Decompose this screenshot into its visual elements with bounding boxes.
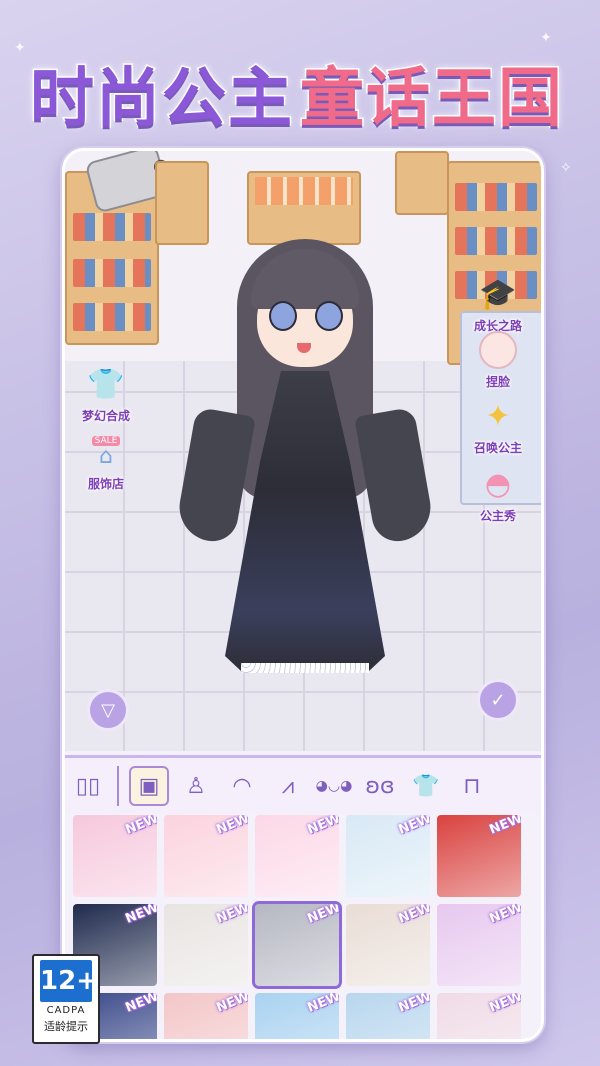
dress-icon: ♙ <box>186 773 206 799</box>
age-rating-number: 12+ <box>40 960 98 1002</box>
category-bar: ▯▯ ▣ ♙ ◠ ⩘ ◕◡◕ ʚɞ 👕 ⊓ <box>65 755 541 814</box>
eyes-icon: ◕◡◕ <box>315 778 353 794</box>
category-tab-hair[interactable]: ◠ <box>219 763 265 809</box>
princess-character[interactable] <box>174 231 436 673</box>
age-rating-badge: 12+ CADPA 适龄提示 <box>32 954 100 1044</box>
background-tile[interactable]: NEW <box>346 993 430 1039</box>
new-badge: NEW <box>487 904 521 927</box>
background-tile[interactable]: NEW <box>437 904 521 986</box>
graduation-cap-icon: 🎓 <box>479 276 517 312</box>
new-badge: NEW <box>123 904 157 927</box>
background-tile[interactable]: NEW <box>255 993 339 1039</box>
fan-icon: ◓ <box>484 466 512 502</box>
category-tab-pants[interactable]: ⊓ <box>449 763 495 809</box>
magic-wand-icon: ✦ <box>485 398 511 434</box>
background-tile[interactable]: NEW <box>164 993 248 1039</box>
category-tab-dress[interactable]: ♙ <box>173 763 219 809</box>
pants-icon: ⊓ <box>463 773 481 799</box>
category-tab-eyes[interactable]: ◕◡◕ <box>311 763 357 809</box>
eye-left <box>269 301 297 331</box>
growth-road-button[interactable]: 🎓 成长之路 <box>463 271 533 334</box>
clothing-shop-button[interactable]: SALE ⌂ 服饰店 <box>71 429 141 492</box>
background-tile[interactable]: NEW <box>346 904 430 986</box>
background-tile[interactable]: NEW <box>164 904 248 986</box>
hair-icon: ◠ <box>232 773 252 799</box>
shop-sale-icon: SALE ⌂ <box>80 429 132 475</box>
category-tab-wings[interactable]: ʚɞ <box>357 763 403 809</box>
shelf-back-right <box>395 151 449 215</box>
new-badge: NEW <box>214 815 248 838</box>
background-tile[interactable]: NEW <box>255 815 339 897</box>
new-badge: NEW <box>123 993 157 1016</box>
new-badge: NEW <box>396 815 430 838</box>
new-badge: NEW <box>305 993 339 1016</box>
background-tile[interactable]: NEW <box>437 993 521 1039</box>
new-badge: NEW <box>396 993 430 1016</box>
background-tile[interactable]: NEW <box>164 815 248 897</box>
chevron-down-icon: ▽ <box>101 699 115 721</box>
age-rating-hint: 适龄提示 <box>44 1020 88 1033</box>
background-tile[interactable]: NEW <box>252 901 342 989</box>
store-scene: 👕 梦幻合成 SALE ⌂ 服饰店 🎓 成长之路 捏脸 ✦ 召唤公主 ◓ 公主秀 <box>65 151 541 751</box>
new-badge: NEW <box>396 904 430 927</box>
background-tile[interactable]: NEW <box>437 815 521 897</box>
new-badge: NEW <box>214 993 248 1016</box>
face-edit-icon <box>472 327 524 373</box>
check-icon: ✓ <box>490 689 506 711</box>
age-rating-org: CADPA <box>46 1005 86 1016</box>
background-grid: NEW NEW NEW NEW NEW NEW NEW NEW NEW NEW NEW NEW NEW N… <box>73 815 537 1039</box>
category-tab-back-hair[interactable]: ⩘ <box>265 763 311 809</box>
new-badge: NEW <box>123 815 157 838</box>
new-badge: NEW <box>214 904 248 927</box>
wardrobe-icon: ▯▯ <box>75 773 101 799</box>
category-separator <box>117 766 119 806</box>
top-icon: 👕 <box>412 773 440 799</box>
face-edit-button[interactable]: 捏脸 <box>463 327 533 390</box>
clothes-merge-icon: 👕 <box>87 366 125 402</box>
sparkle: ✧ <box>560 160 572 176</box>
new-badge: NEW <box>305 904 339 927</box>
wings-icon: ʚɞ <box>365 773 395 799</box>
title-part-1: 时尚公主 <box>29 61 294 138</box>
title-part-2: 童话王国 <box>299 61 564 138</box>
category-tab-top[interactable]: 👕 <box>403 763 449 809</box>
category-tab-background[interactable]: ▣ <box>129 766 169 806</box>
category-tab-wardrobe[interactable]: ▯▯ <box>65 763 111 809</box>
confirm-button[interactable]: ✓ <box>477 679 519 721</box>
back-hair-icon: ⩘ <box>281 773 295 799</box>
phone-screen: 👕 梦幻合成 SALE ⌂ 服饰店 🎓 成长之路 捏脸 ✦ 召唤公主 ◓ 公主秀 <box>62 148 544 1042</box>
new-badge: NEW <box>487 815 521 838</box>
sparkle: ✦ <box>14 40 26 56</box>
dream-merge-button[interactable]: 👕 梦幻合成 <box>71 361 141 424</box>
princess-show-button[interactable]: ◓ 公主秀 <box>463 461 533 524</box>
background-icon: ▣ <box>138 773 160 799</box>
eye-right <box>315 301 343 331</box>
new-badge: NEW <box>305 815 339 838</box>
collapse-button[interactable]: ▽ <box>87 689 129 731</box>
summon-princess-button[interactable]: ✦ 召唤公主 <box>463 393 533 456</box>
sparkle: ✦ <box>540 30 552 46</box>
new-badge: NEW <box>487 993 521 1016</box>
game-title-banner: 时尚公主 童话王国 <box>29 48 570 138</box>
background-tile[interactable]: NEW <box>346 815 430 897</box>
background-tile[interactable]: NEW <box>73 815 157 897</box>
